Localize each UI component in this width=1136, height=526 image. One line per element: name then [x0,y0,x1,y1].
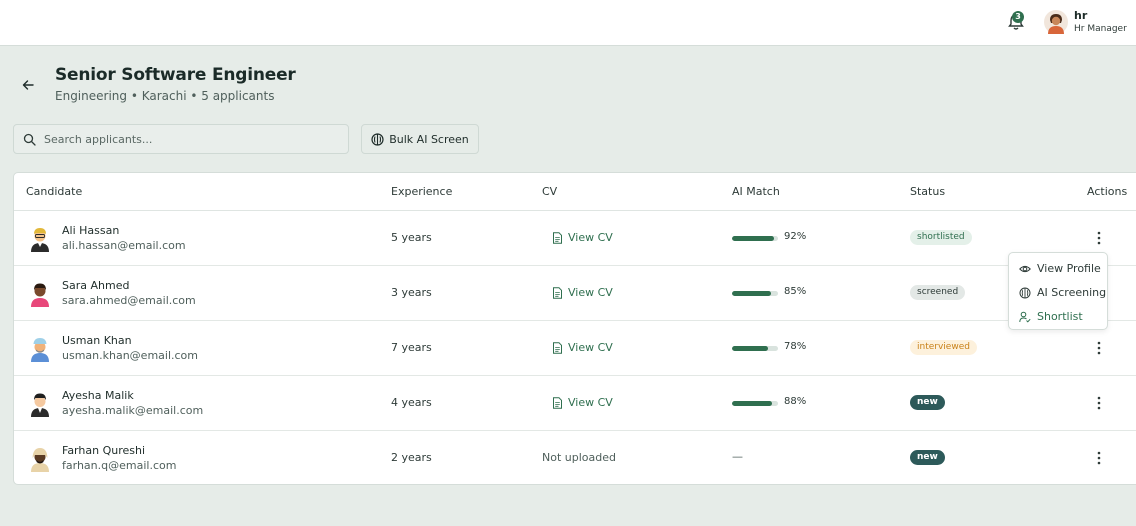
candidate-experience: 7 years [391,341,432,354]
column-header-actions: Actions [1087,185,1128,198]
status-badge: interviewed [910,340,977,355]
candidate-avatar [31,448,49,472]
page-subtitle: Engineering • Karachi • 5 applicants [55,89,275,103]
ai-match-fill [732,236,775,241]
table-row: Ali Hassan ali.hassan@email.com 5 years … [14,211,1136,266]
table-row: Sara Ahmed sara.ahmed@email.com 3 years … [14,266,1136,321]
column-header-experience: Experience [391,185,453,198]
status-badge: screened [910,285,966,300]
candidate-name[interactable]: Ali Hassan [62,224,119,237]
candidate-avatar [31,283,49,307]
candidate-email: ayesha.malik@email.com [62,404,204,417]
kebab-menu-icon[interactable] [1092,229,1106,247]
candidate-name[interactable]: Farhan Qureshi [62,444,145,457]
status-badge: shortlisted [910,230,972,245]
document-icon [553,341,562,354]
page-title: Senior Software Engineer [55,65,296,85]
table-row: Ayesha Malik ayesha.malik@email.com 4 ye… [14,376,1136,431]
menu-item-shortlist[interactable]: Shortlist [1019,310,1083,323]
view-cv-label: View CV [568,231,613,244]
column-header-candidate: Candidate [26,185,83,198]
ai-match-empty: — [732,450,743,463]
user-avatar[interactable] [1044,10,1068,34]
candidate-experience: 5 years [391,231,432,244]
view-cv-link[interactable]: View CV [552,231,613,244]
brain-icon [371,132,384,146]
user-name: hr [1074,9,1088,22]
bulk-ai-screen-button[interactable]: Bulk AI Screen [361,124,479,154]
search-input[interactable] [44,130,339,148]
user-check-icon [1019,311,1031,323]
menu-item-label: Shortlist [1037,310,1083,323]
status-badge: new [910,450,945,465]
document-icon [553,231,562,244]
document-icon [553,286,562,299]
notification-badge: 3 [1012,11,1024,23]
cv-not-uploaded: Not uploaded [542,451,616,464]
ai-match-value: 88% [784,396,807,407]
view-cv-label: View CV [568,286,613,299]
menu-item-view-profile[interactable]: View Profile [1019,262,1101,275]
ai-match-bar [732,291,778,296]
column-header-cv: CV [542,185,558,198]
brain-icon [1019,287,1031,298]
document-icon [553,396,562,409]
ai-match-fill [732,401,773,406]
search-box[interactable] [13,124,349,154]
actions-dropdown: View Profile AI Screening Shortlist [1008,252,1108,330]
kebab-menu-icon[interactable] [1092,449,1106,467]
table-row: Farhan Qureshi farhan.q@email.com 2 year… [14,431,1136,484]
eye-icon [1019,265,1031,272]
candidate-avatar [31,228,49,252]
menu-item-label: View Profile [1037,262,1101,275]
menu-item-ai-screening[interactable]: AI Screening [1019,286,1106,299]
candidate-email: sara.ahmed@email.com [62,294,196,307]
arrow-left-icon[interactable] [21,78,35,92]
ai-match-bar [732,401,778,406]
candidate-name[interactable]: Ayesha Malik [62,389,134,402]
kebab-menu-icon[interactable] [1092,339,1106,357]
bulk-ai-screen-label: Bulk AI Screen [389,132,469,146]
view-cv-label: View CV [568,396,613,409]
ai-match-value: 78% [784,341,807,352]
candidate-name[interactable]: Sara Ahmed [62,279,129,292]
ai-match-value: 92% [784,231,807,242]
candidate-avatar [31,393,49,417]
ai-match-fill [732,346,768,351]
ai-match-value: 85% [784,286,807,297]
candidate-experience: 2 years [391,451,432,464]
view-cv-link[interactable]: View CV [552,286,613,299]
applicants-table: Candidate Experience CV AI Match Status … [13,172,1136,485]
candidate-name[interactable]: Usman Khan [62,334,132,347]
table-row: Usman Khan usman.khan@email.com 7 years … [14,321,1136,376]
column-header-status: Status [910,185,946,198]
view-cv-link[interactable]: View CV [552,341,613,354]
top-bar: 3 hr Hr Manager [0,0,1136,46]
menu-item-label: AI Screening [1037,286,1107,299]
candidate-avatar [31,338,49,362]
candidate-email: ali.hassan@email.com [62,239,186,252]
candidate-experience: 4 years [391,396,432,409]
candidate-experience: 3 years [391,286,432,299]
ai-match-bar [732,346,778,351]
search-icon [23,133,36,146]
ai-match-fill [732,291,772,296]
view-cv-link[interactable]: View CV [552,396,613,409]
status-badge: new [910,395,945,410]
candidate-email: usman.khan@email.com [62,349,199,362]
kebab-menu-icon[interactable] [1092,394,1106,412]
ai-match-bar [732,236,778,241]
candidate-email: farhan.q@email.com [62,459,177,472]
view-cv-label: View CV [568,341,613,354]
column-header-ai-match: AI Match [732,185,780,198]
user-role: Hr Manager [1074,24,1127,34]
